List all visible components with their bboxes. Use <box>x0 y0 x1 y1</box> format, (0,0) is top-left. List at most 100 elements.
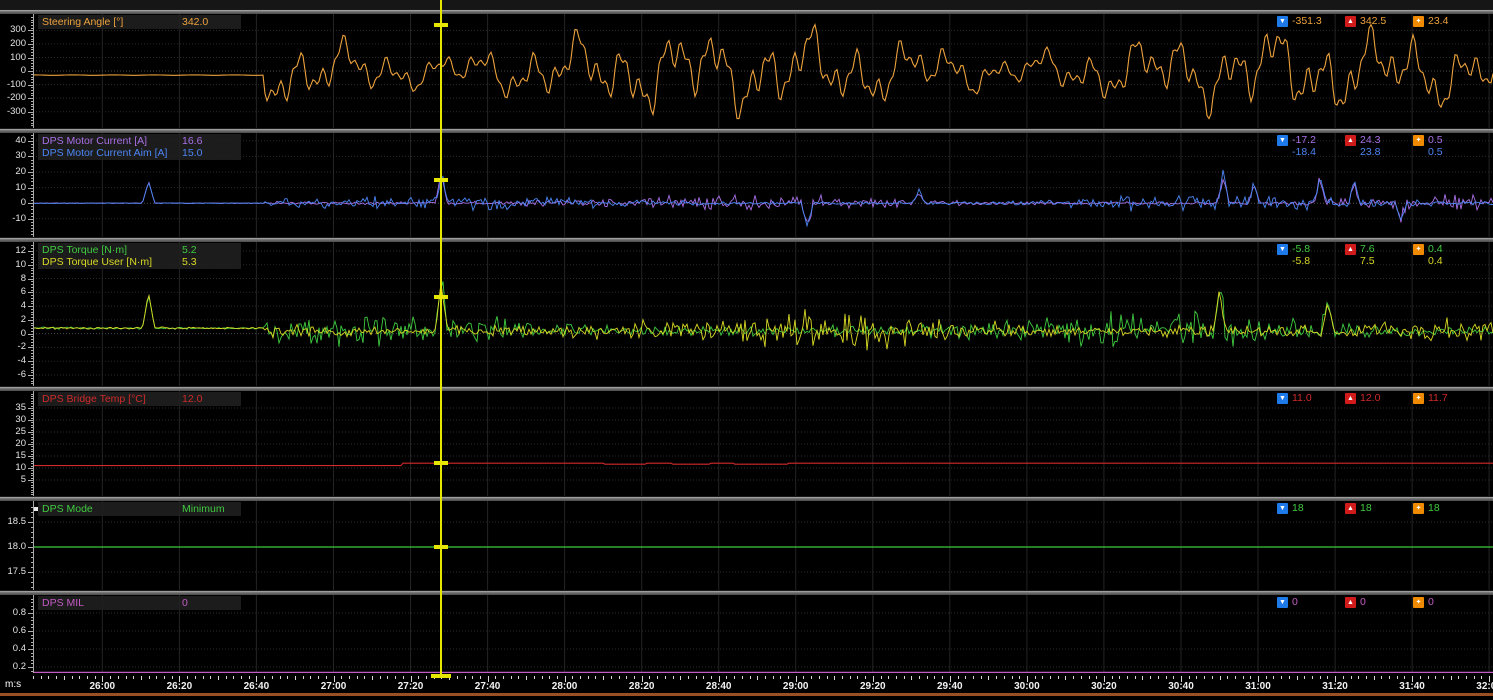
y-tick <box>31 36 33 37</box>
x-tick <box>881 676 882 679</box>
y-tick <box>31 617 33 618</box>
y-tick <box>31 63 33 64</box>
y-tick <box>31 234 33 235</box>
signal-stats: ▼-351.3 ▲342.5 ✦23.4 <box>1277 15 1487 27</box>
y-axis: 0.80.60.40.2 <box>0 595 34 673</box>
y-tick-label: -4 <box>18 356 26 366</box>
y-tick <box>31 458 33 459</box>
y-tick <box>31 245 33 246</box>
time-cursor[interactable] <box>440 0 442 676</box>
y-tick <box>31 645 33 646</box>
y-tick-label: 0.6 <box>13 626 26 636</box>
x-tick <box>1404 676 1405 679</box>
y-tick <box>31 378 33 379</box>
y-tick <box>28 444 33 445</box>
y-tick <box>28 420 33 421</box>
signal-legend[interactable]: DPS ModeMinimum <box>38 502 241 516</box>
x-tick <box>888 676 889 679</box>
min-icon: ▼ <box>1277 16 1288 27</box>
y-tick <box>28 58 33 59</box>
y-tick <box>28 547 33 548</box>
x-tick <box>1012 676 1013 679</box>
y-tick <box>31 114 33 115</box>
x-tick <box>1150 676 1151 679</box>
dps-mode-plot[interactable] <box>33 501 1493 590</box>
y-tick-label: 0.4 <box>13 644 26 654</box>
x-tick <box>842 676 843 679</box>
x-tick <box>1073 676 1074 679</box>
x-tick <box>1297 676 1298 680</box>
min-icon: ▼ <box>1277 135 1288 146</box>
x-tick <box>996 676 997 679</box>
x-tick <box>1212 676 1213 679</box>
y-tick <box>31 527 33 528</box>
y-tick <box>31 314 33 315</box>
x-tick <box>773 676 774 679</box>
x-tick <box>503 676 504 679</box>
x-tick-label: 32:00 <box>1467 681 1493 692</box>
dps-torque-plot[interactable] <box>33 242 1493 386</box>
x-tick <box>688 676 689 679</box>
x-tick <box>1166 676 1167 679</box>
y-tick <box>31 117 33 118</box>
steering-angle-plot[interactable] <box>33 14 1493 128</box>
time-cursor-flag[interactable] <box>431 674 451 678</box>
y-tick <box>31 262 33 263</box>
y-tick <box>31 602 33 603</box>
y-tick <box>28 631 33 632</box>
y-tick-label: 25 <box>15 427 26 437</box>
x-tick <box>418 676 419 679</box>
y-tick <box>31 55 33 56</box>
x-tick <box>303 676 304 679</box>
dps-mil-plot[interactable] <box>33 595 1493 673</box>
stat-max: 7.6 <box>1360 243 1375 255</box>
y-tick <box>31 442 33 443</box>
x-tick-label: 26:20 <box>157 681 201 692</box>
cursor-value-marker <box>434 23 448 27</box>
y-tick <box>31 147 33 148</box>
avg-icon: ✦ <box>1413 135 1424 146</box>
x-tick-label: 31:20 <box>1313 681 1357 692</box>
y-tick <box>28 44 33 45</box>
x-tick <box>1243 676 1244 679</box>
y-tick <box>31 303 33 304</box>
y-tick <box>31 478 33 479</box>
y-tick <box>31 406 33 407</box>
y-tick <box>31 206 33 207</box>
x-tick <box>827 676 828 679</box>
stat-avg: 0.4 <box>1428 255 1443 267</box>
y-tick <box>31 77 33 78</box>
signal-legend[interactable]: DPS Bridge Temp [°C]12.0 <box>38 392 241 406</box>
signal-label: Steering Angle [°] <box>42 16 123 28</box>
signal-legend[interactable]: Steering Angle [°]342.0 <box>38 15 241 29</box>
x-tick <box>765 676 766 679</box>
y-tick <box>31 79 33 80</box>
signal-legend[interactable]: DPS Motor Current [A]16.6 DPS Motor Curr… <box>38 134 241 160</box>
y-tick-label: 100 <box>10 53 26 63</box>
y-tick <box>28 85 33 86</box>
x-tick <box>680 676 681 680</box>
x-tick <box>357 676 358 679</box>
signal-legend[interactable]: DPS MIL0 <box>38 596 241 610</box>
y-tick <box>31 635 33 636</box>
x-tick <box>1004 676 1005 679</box>
y-tick <box>31 197 33 198</box>
y-tick <box>31 276 33 277</box>
stat-min: -5.8 <box>1292 255 1310 267</box>
x-tick-label: 29:40 <box>928 681 972 692</box>
x-tick-label: 31:40 <box>1390 681 1434 692</box>
x-tick <box>1089 676 1090 679</box>
y-tick <box>31 125 33 126</box>
y-tick-label: 0 <box>21 329 26 339</box>
y-tick <box>31 449 33 450</box>
x-tick <box>1428 676 1429 679</box>
y-tick <box>31 228 33 229</box>
min-icon: ▼ <box>1277 244 1288 255</box>
y-tick <box>31 144 33 145</box>
x-tick-label: 30:40 <box>1159 681 1203 692</box>
y-tick-label: 200 <box>10 39 26 49</box>
time-axis[interactable]: m:s 26:0026:2026:4027:0027:2027:4028:002… <box>0 673 1493 693</box>
dps-motor-current-plot[interactable] <box>33 133 1493 237</box>
signal-legend[interactable]: DPS Torque [N·m]5.2 DPS Torque User [N·m… <box>38 243 241 269</box>
dps-bridge-temp-plot[interactable] <box>33 391 1493 496</box>
